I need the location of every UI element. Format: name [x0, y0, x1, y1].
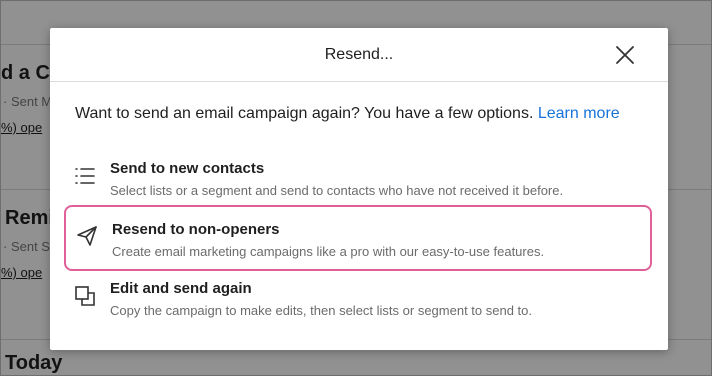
list-icon	[75, 168, 95, 184]
close-icon[interactable]	[612, 42, 638, 68]
option-edit-and-send-again[interactable]: Edit and send again Copy the campaign to…	[64, 272, 652, 336]
option-description: Select lists or a segment and send to co…	[110, 183, 564, 198]
intro-text: Want to send an email campaign again? Yo…	[75, 105, 534, 122]
learn-more-link[interactable]: Learn more	[538, 105, 620, 122]
dialog-intro: Want to send an email campaign again? Yo…	[75, 105, 620, 123]
dialog-header: Resend...	[50, 28, 668, 82]
option-resend-to-non-openers[interactable]: Resend to non-openers Create email marke…	[64, 205, 652, 271]
option-title: Resend to non-openers	[112, 221, 280, 238]
option-description: Create email marketing campaigns like a …	[112, 244, 545, 259]
paper-plane-icon	[77, 226, 97, 246]
option-title: Send to new contacts	[110, 160, 265, 177]
option-description: Copy the campaign to make edits, then se…	[110, 303, 532, 318]
resend-dialog: Resend... Want to send an email campaign…	[50, 28, 668, 350]
option-title: Edit and send again	[110, 280, 252, 297]
dialog-title: Resend...	[324, 46, 394, 63]
copy-icon	[75, 286, 95, 306]
app-frame: d a C · Sent M %) ope Remi · Sent S %) o…	[0, 0, 712, 376]
